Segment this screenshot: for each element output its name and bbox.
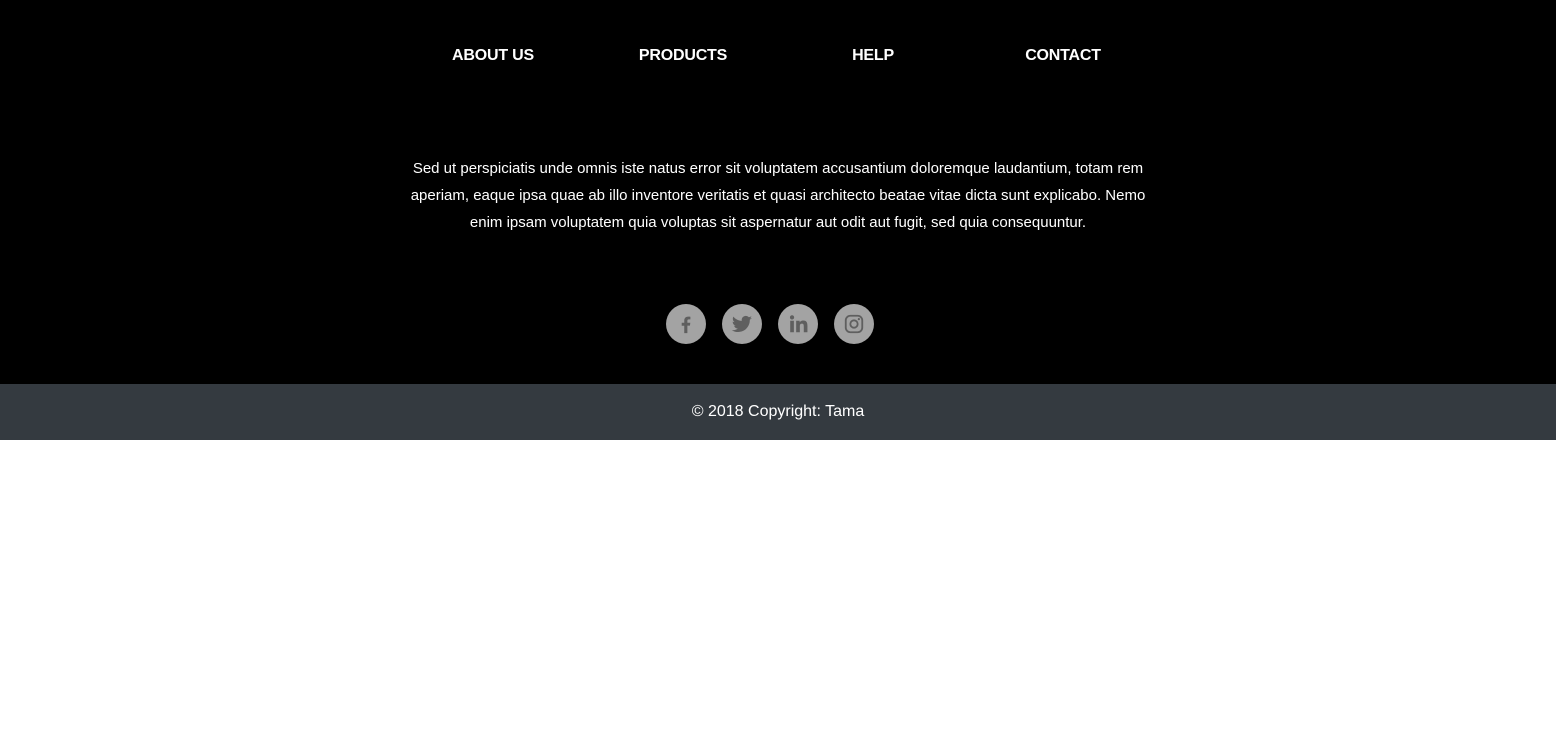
empty-page-area <box>0 440 1556 755</box>
twitter-icon <box>731 315 752 332</box>
footer-description: Sed ut perspiciatis unde omnis iste natu… <box>410 160 1146 231</box>
linkedin-icon <box>789 315 808 333</box>
nav-link-contact[interactable]: CONTACT <box>968 46 1158 66</box>
twitter-button[interactable] <box>722 304 762 344</box>
instagram-button[interactable] <box>834 304 874 344</box>
facebook-button[interactable] <box>666 304 706 344</box>
copyright-text: © 2018 Copyright: Tama <box>691 403 865 420</box>
footer-nav: ABOUT US PRODUCTS HELP CONTACT <box>0 0 1556 112</box>
social-links <box>666 304 874 344</box>
nav-link-help[interactable]: HELP <box>778 46 968 66</box>
nav-link-products[interactable]: PRODUCTS <box>588 46 778 66</box>
facebook-icon <box>681 316 691 334</box>
footer: ABOUT US PRODUCTS HELP CONTACT Sed ut pe… <box>0 0 1556 384</box>
copyright-bar: © 2018 Copyright: Tama <box>0 384 1556 440</box>
instagram-icon <box>844 314 864 334</box>
nav-link-about-us[interactable]: ABOUT US <box>398 46 588 66</box>
linkedin-button[interactable] <box>778 304 818 344</box>
